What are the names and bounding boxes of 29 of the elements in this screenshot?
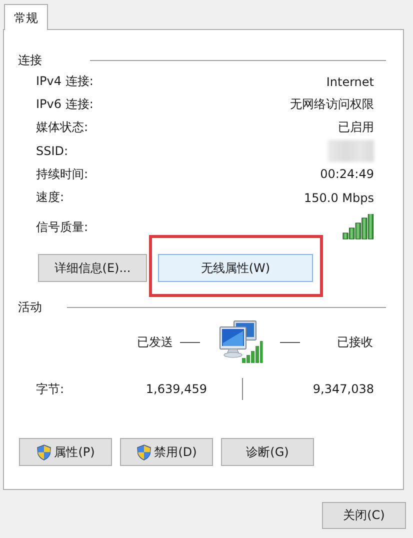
- close-button[interactable]: 关闭(C): [322, 502, 406, 529]
- details-button[interactable]: 详细信息(E)...: [38, 254, 147, 282]
- field-value: 00:24:49: [320, 167, 374, 182]
- tab[interactable]: 常规: [4, 4, 48, 30]
- wireless-properties-button[interactable]: 无线属性(W): [158, 254, 313, 282]
- diagnose-button[interactable]: 诊断(G): [221, 438, 314, 466]
- field-label: IPv4 连接:: [36, 73, 94, 90]
- field-label: 持续时间:: [36, 166, 88, 183]
- disable-button[interactable]: 禁用(D): [120, 438, 213, 466]
- received-label: 已接收: [337, 334, 373, 351]
- properties-button[interactable]: 属性(P): [19, 438, 112, 466]
- field-label: IPv6 连接:: [36, 96, 94, 114]
- bytes-label: 字节:: [36, 380, 66, 398]
- field-label: SSID:: [36, 144, 68, 158]
- section-title: 活动: [18, 298, 42, 316]
- field-value: 已启用: [338, 119, 374, 136]
- sent-label: 已发送: [136, 334, 173, 351]
- bytes-sent-value: 1,639,459: [144, 382, 207, 396]
- field-label: 速度:: [36, 189, 64, 206]
- field-label: 信号质量:: [36, 218, 88, 236]
- bytes-received-value: 9,347,038: [312, 382, 374, 396]
- field-value: Internet: [326, 74, 374, 89]
- network-computers-icon: [217, 319, 263, 366]
- field-value: 无网络访问权限: [290, 96, 374, 114]
- field-value: 150.0 Mbps: [304, 190, 374, 205]
- signal-bars-icon: [342, 214, 374, 240]
- field-label: 媒体状态:: [36, 119, 88, 136]
- blurred-value: [328, 140, 374, 162]
- section-title: 连接: [18, 52, 42, 68]
